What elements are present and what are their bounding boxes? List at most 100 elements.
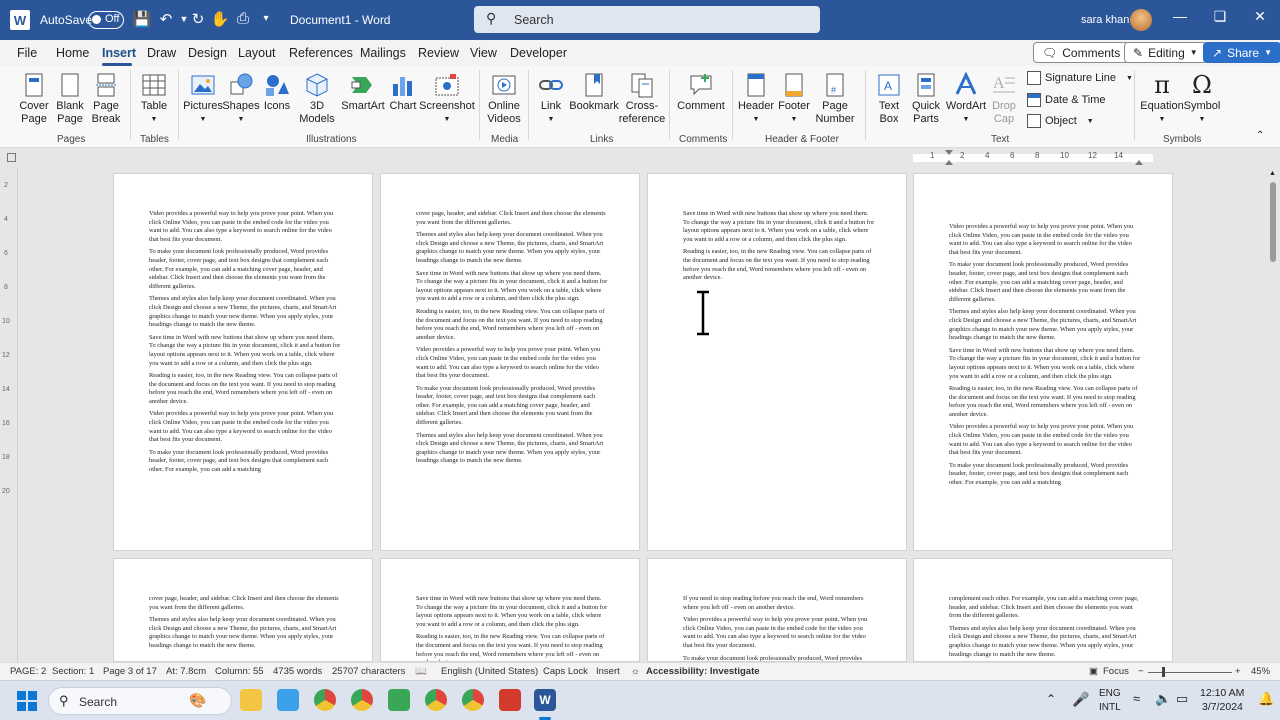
document-page[interactable]: cover page, header, and sidebar. Click I… (113, 558, 373, 662)
share-button[interactable]: ↗ Share ▼ (1203, 42, 1280, 63)
editing-button[interactable]: ✎ Editing ▼ (1124, 42, 1207, 63)
scroll-up-icon[interactable]: ▲ (1269, 170, 1276, 177)
footer-button[interactable]: Footer ▼ (776, 72, 812, 126)
bookmark-button[interactable]: Bookmark (569, 72, 619, 113)
file-explorer-icon[interactable] (240, 689, 262, 711)
first-line-indent-marker[interactable] (945, 150, 953, 155)
save-icon[interactable]: 💾 (132, 10, 152, 28)
redo-icon[interactable]: ↻ (188, 10, 208, 28)
status-characters[interactable]: 25707 characters (332, 666, 405, 677)
chrome-icon[interactable] (351, 689, 373, 711)
wordart-button[interactable]: WordArt ▼ (944, 72, 988, 126)
show-hidden-icons[interactable]: ⌃ (1046, 692, 1056, 706)
status-zoom[interactable]: 45% (1251, 666, 1270, 677)
language-indicator-2[interactable]: INTL (1099, 702, 1121, 713)
tab-draw[interactable]: Draw (147, 46, 176, 60)
tab-references[interactable]: References (289, 46, 353, 60)
page-number-button[interactable]: # Page Number (812, 72, 858, 126)
tab-home[interactable]: Home (56, 46, 89, 60)
drop-cap-button[interactable]: A Drop Cap (988, 72, 1020, 126)
hanging-indent-marker[interactable] (945, 160, 953, 165)
screenshot-button[interactable]: Screenshot ▼ (419, 72, 475, 126)
scrollbar-thumb[interactable] (1270, 182, 1276, 262)
minimize-icon[interactable]: — (1166, 8, 1194, 24)
zoom-slider-thumb[interactable] (1162, 667, 1165, 677)
right-indent-marker[interactable] (1135, 160, 1143, 165)
status-language[interactable]: English (United States) (441, 666, 538, 677)
chrome-icon[interactable] (462, 689, 484, 711)
document-page[interactable]: Video provides a powerful way to help yo… (113, 173, 373, 551)
zoom-slider[interactable] (1148, 672, 1232, 673)
language-indicator[interactable]: ENG (1099, 688, 1121, 699)
comments-button[interactable]: 🗨 Comments (1033, 42, 1130, 63)
text-box-button[interactable]: A Text Box (872, 72, 906, 126)
signature-line-button[interactable]: Signature Line ▼ (1027, 71, 1133, 85)
clock-time[interactable]: 12:10 AM (1200, 687, 1244, 699)
camtasia-icon[interactable] (388, 689, 410, 711)
user-name[interactable]: sara khan (1081, 14, 1129, 26)
status-caps-lock[interactable]: Caps Lock (543, 666, 588, 677)
quick-parts-button[interactable]: Quick Parts (908, 72, 944, 126)
status-column[interactable]: Column: 55 (215, 666, 264, 677)
3d-models-button[interactable]: 3D Models (296, 72, 338, 126)
tab-insert[interactable]: Insert (102, 46, 136, 60)
tab-mailings[interactable]: Mailings (360, 46, 406, 60)
smartart-button[interactable]: SmartArt (341, 72, 385, 113)
symbol-button[interactable]: Ω Symbol ▼ (1184, 72, 1221, 126)
print-preview-icon[interactable]: ⎙ (233, 10, 253, 27)
document-page[interactable]: If you need to stop reading before you r… (647, 558, 907, 662)
tab-selector[interactable] (7, 153, 16, 162)
tab-layout[interactable]: Layout (238, 46, 276, 60)
status-accessibility[interactable]: Accessibility: Investigate (646, 666, 760, 677)
status-section[interactable]: Section: 1 (52, 666, 94, 677)
search-box[interactable]: ⚲ Search (474, 6, 820, 33)
blank-page-button[interactable]: Blank Page (55, 72, 85, 126)
collapse-ribbon-icon[interactable]: ⌃ (1256, 130, 1264, 141)
document-page[interactable]: complement each other. For example, you … (913, 558, 1173, 662)
table-button[interactable]: Table ▼ (138, 72, 170, 126)
tab-view[interactable]: View (470, 46, 497, 60)
status-page-of[interactable]: Page 3 of 17 (103, 666, 157, 677)
shapes-button[interactable]: Shapes ▼ (222, 72, 260, 126)
status-page[interactable]: PAGE: 2 (10, 666, 46, 677)
document-page[interactable]: Video provides a powerful way to help yo… (913, 173, 1173, 551)
zoom-in-icon[interactable]: + (1235, 666, 1241, 677)
touch-mode-icon[interactable]: ✋ (210, 10, 230, 28)
status-insert[interactable]: Insert (596, 666, 620, 677)
link-button[interactable]: Link ▼ (536, 72, 566, 126)
restore-icon[interactable]: ❏ (1206, 8, 1234, 25)
cover-page-button[interactable]: Cover Page (17, 72, 51, 126)
undo-icon[interactable]: ↶ (156, 10, 176, 28)
word-taskbar-icon[interactable]: W (534, 689, 556, 711)
close-icon[interactable]: ✕ (1246, 8, 1274, 25)
chrome-icon[interactable] (314, 689, 336, 711)
proofing-icon[interactable]: 📖 (415, 666, 427, 677)
tab-design[interactable]: Design (188, 46, 227, 60)
zoom-out-icon[interactable]: − (1138, 666, 1144, 677)
page-break-button[interactable]: Page Break (90, 72, 122, 126)
clock-date[interactable]: 3/7/2024 (1202, 701, 1243, 713)
chart-button[interactable]: Chart (388, 72, 418, 113)
taskbar-search[interactable]: ⚲ Search 🎨 (48, 687, 232, 715)
customize-toolbar-icon[interactable]: ▾ (256, 13, 276, 24)
windows-start-icon[interactable] (16, 690, 38, 712)
volume-icon[interactable]: 🔈 (1155, 691, 1171, 707)
notepad-icon[interactable] (277, 689, 299, 711)
object-button[interactable]: Object ▼ (1027, 114, 1094, 128)
focus-icon[interactable]: ▣ (1089, 666, 1098, 677)
header-button[interactable]: Header ▼ (738, 72, 774, 126)
battery-icon[interactable]: ▭ (1176, 691, 1188, 707)
recorder-icon[interactable] (499, 689, 521, 711)
document-page[interactable]: Save time in Word with new buttons that … (647, 173, 907, 551)
document-page[interactable]: Save time in Word with new buttons that … (380, 558, 640, 662)
autosave-toggle[interactable]: Off (88, 11, 124, 29)
online-videos-button[interactable]: Online Videos (485, 72, 523, 126)
tab-file[interactable]: File (17, 46, 37, 60)
status-focus[interactable]: Focus (1103, 666, 1129, 677)
notification-bell-icon[interactable]: 🔔 (1258, 691, 1274, 707)
status-at[interactable]: At: 7.8cm (166, 666, 206, 677)
equation-button[interactable]: π Equation ▼ (1140, 72, 1184, 126)
avatar[interactable] (1130, 9, 1152, 31)
new-comment-button[interactable]: Comment (676, 72, 726, 113)
chrome-icon[interactable] (425, 689, 447, 711)
